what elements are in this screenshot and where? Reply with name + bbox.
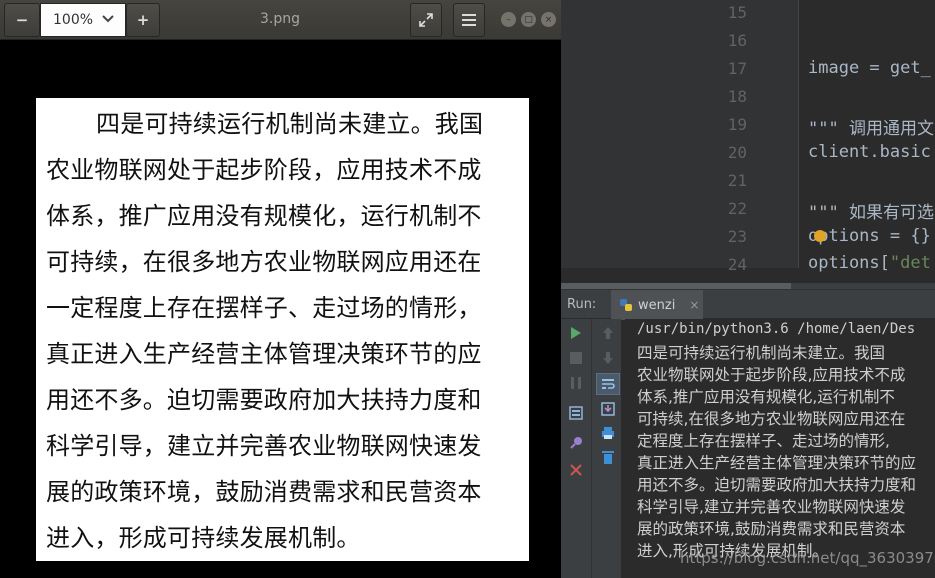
window-minimize-button[interactable]: – — [501, 12, 516, 27]
zoom-level-combo[interactable]: 100% — [40, 3, 126, 37]
line-number: 16 — [727, 31, 747, 50]
maximize-icon: □ — [524, 14, 533, 25]
document-line: 进入，形成可持续发展机制。 — [46, 524, 361, 552]
print-button[interactable] — [597, 423, 619, 443]
document-line: 用还不多。迫切需要政府加大扶持力度和 — [46, 386, 482, 414]
close-icon: × — [544, 14, 553, 25]
pin-icon — [570, 437, 582, 449]
console-output-line: 可持续,在很多地方农业物联网应用还在 — [637, 410, 906, 428]
zoom-level-value: 100% — [53, 12, 94, 28]
minimize-icon: – — [506, 14, 511, 25]
hamburger-icon — [462, 14, 476, 26]
pause-icon — [571, 377, 581, 389]
pause-button[interactable] — [565, 373, 587, 393]
console-output-line: 体系,推广应用没有规模化,运行机制不 — [637, 388, 895, 406]
arrow-up-icon — [603, 327, 613, 339]
rerun-button[interactable] — [565, 323, 587, 343]
document-line: 体系，推广应用没有规模化，运行机制不 — [46, 202, 482, 230]
document-line: 科学引导，建立并完善农业物联网快速发 — [46, 432, 482, 460]
console-output-line: 科学引导,建立并完善农业物联网快速发 — [637, 498, 906, 516]
viewer-headerbar: − 100% + 3.png – □ × — [0, 0, 561, 40]
window-maximize-button[interactable]: □ — [521, 12, 536, 27]
document-line: 可持续，在很多地方农业物联网应用还在 — [46, 248, 482, 276]
document-line: 真正进入生产经营主体管理决策环节的应 — [46, 340, 482, 368]
line-number: 24 — [727, 255, 747, 274]
play-icon — [571, 327, 581, 339]
document-line: 农业物联网处于起步阶段，应用技术不成 — [46, 156, 482, 184]
document-line: 展的政策环境，鼓励消费需求和民营资本 — [46, 478, 482, 506]
line-number: 23 — [727, 227, 747, 246]
close-run-button[interactable] — [565, 460, 587, 480]
stop-icon — [570, 352, 582, 364]
console-output-line: 四是可持续运行机制尚未建立。我国 — [637, 344, 886, 362]
console-output-line: 农业物联网处于起步阶段,应用技术不成 — [637, 366, 906, 384]
code-line[interactable]: options = {} — [808, 226, 931, 246]
soft-wrap-icon — [602, 379, 615, 389]
python-icon — [620, 299, 632, 311]
line-number: 18 — [727, 87, 747, 106]
line-number-gutter: 15 16 17 18 19 20 21 22 23 24 — [561, 0, 798, 274]
line-number: 20 — [727, 143, 747, 162]
close-icon[interactable]: × — [689, 298, 699, 312]
menu-button[interactable] — [453, 3, 485, 37]
console-output-line: 用还不多。迫切需要政府加大扶持力度和 — [637, 476, 917, 494]
line-number: 15 — [727, 3, 747, 22]
plus-icon: + — [136, 11, 150, 29]
run-tab-label: wenzi — [638, 297, 676, 313]
run-tool-window-header: Run: wenzi × — [561, 289, 935, 320]
code-editor[interactable]: 15 16 17 18 19 20 21 22 23 24 image = ge… — [561, 0, 935, 274]
run-tab-wenzi[interactable]: wenzi × — [611, 290, 703, 320]
clear-all-button[interactable] — [597, 447, 619, 467]
run-label: Run: — [567, 297, 597, 312]
gutter-divider — [798, 0, 799, 268]
console-command-line: /usr/bin/python3.6 /home/laen/Des — [637, 321, 916, 337]
image-viewer-window: − 100% + 3.png – □ × 四是可持续运行机制尚未建立。我国 农业… — [0, 0, 561, 578]
line-number: 22 — [727, 199, 747, 218]
code-line[interactable]: image = get_ — [808, 58, 931, 78]
arrow-down-icon — [603, 352, 613, 364]
run-console-output[interactable]: /usr/bin/python3.6 /home/laen/Des 四是可持续运… — [625, 319, 935, 578]
scroll-up-button[interactable] — [597, 323, 619, 343]
watermark-text: https://blog.csdn.net/qq_36303970 — [680, 549, 935, 567]
chevron-down-icon — [102, 15, 114, 23]
scroll-down-button[interactable] — [597, 348, 619, 368]
code-token: "det — [889, 253, 931, 273]
close-icon — [570, 464, 582, 476]
soft-wrap-toggle[interactable] — [596, 373, 620, 395]
code-line[interactable]: options["det — [808, 253, 931, 273]
ide-window: 15 16 17 18 19 20 21 22 23 24 image = ge… — [561, 0, 935, 578]
toolbar-divider — [591, 319, 592, 578]
layout-icon — [569, 406, 583, 420]
console-output-line: 真正进入生产经营主体管理决策环节的应 — [637, 454, 917, 472]
scroll-to-end-button[interactable] — [597, 399, 619, 419]
pin-tab-button[interactable] — [565, 433, 587, 453]
code-token: options[ — [808, 253, 890, 273]
print-icon — [602, 427, 614, 439]
intention-bulb-icon[interactable] — [814, 230, 826, 242]
zoom-in-button[interactable]: + — [126, 3, 160, 37]
line-number: 21 — [727, 171, 747, 190]
console-output-line: 定程度上存在摆样子、走过场的情形, — [637, 432, 890, 450]
code-line[interactable]: client.basic — [808, 142, 931, 162]
document-line: 一定程度上存在摆样子、走过场的情形， — [46, 294, 482, 322]
line-number: 19 — [727, 115, 747, 134]
document-image: 四是可持续运行机制尚未建立。我国 农业物联网处于起步阶段，应用技术不成 体系，推… — [36, 98, 529, 561]
restore-layout-button[interactable] — [565, 403, 587, 423]
stop-button[interactable] — [565, 348, 587, 368]
fullscreen-icon — [419, 13, 433, 27]
code-line[interactable]: """ 如果有可选 — [808, 198, 934, 223]
scroll-end-icon — [601, 402, 615, 416]
line-number: 17 — [727, 59, 747, 78]
trash-icon — [602, 451, 614, 464]
console-output-line: 展的政策环境,鼓励消费需求和民营资本 — [637, 520, 906, 538]
document-line: 四是可持续运行机制尚未建立。我国 — [96, 110, 484, 138]
viewer-filename: 3.png — [259, 11, 300, 27]
minus-icon: − — [15, 11, 29, 29]
fullscreen-button[interactable] — [410, 3, 442, 37]
code-line[interactable]: """ 调用通用文 — [808, 114, 934, 139]
zoom-out-button[interactable]: − — [4, 3, 40, 37]
window-close-button[interactable]: × — [541, 12, 556, 27]
